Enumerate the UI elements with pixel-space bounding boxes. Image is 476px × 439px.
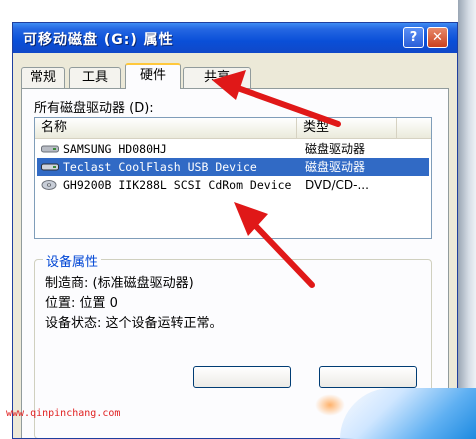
group-title: 设备属性	[43, 251, 102, 270]
tab-strip: 常规 工具 硬件 共享	[21, 63, 451, 89]
help-button[interactable]: ?	[403, 27, 424, 48]
drives-label: 所有磁盘驱动器 (D):	[34, 101, 154, 116]
cdrom-icon	[41, 180, 57, 190]
desktop-shadow	[458, 0, 476, 439]
tab-general[interactable]: 常规	[21, 67, 65, 88]
drives-list[interactable]: 名称 类型 SAMSUNG HD080HJ 磁盘驱动器 Teclast Cool…	[34, 117, 432, 239]
properties-button[interactable]	[319, 366, 417, 388]
troubleshoot-button[interactable]	[193, 366, 291, 388]
manufacturer-text: 制造商: (标准磁盘驱动器)	[45, 276, 194, 291]
location-text: 位置: 位置 0	[45, 296, 118, 311]
column-type[interactable]: 类型	[297, 118, 397, 138]
disk-drive-icon	[41, 145, 59, 153]
list-item[interactable]: GH9200B IIK288L SCSI CdRom Device DVD/CD…	[37, 176, 429, 194]
list-item[interactable]: SAMSUNG HD080HJ 磁盘驱动器	[37, 140, 429, 158]
list-header: 名称 类型	[35, 118, 431, 139]
window-title: 可移动磁盘 (G:) 属性	[23, 32, 174, 48]
watermark-text: www.qinpinchang.com	[6, 408, 121, 419]
device-status-text: 设备状态: 这个设备运转正常。	[45, 316, 223, 331]
usb-drive-icon	[41, 163, 59, 171]
title-bar[interactable]: 可移动磁盘 (G:) 属性 ? ✕	[13, 23, 457, 53]
decor-glow	[315, 394, 345, 416]
tab-sharing[interactable]: 共享	[183, 67, 251, 88]
properties-dialog: 可移动磁盘 (G:) 属性 ? ✕ 常规 工具 硬件 共享 所有磁盘驱动器 (D…	[12, 22, 458, 439]
tab-hardware[interactable]: 硬件	[125, 63, 181, 89]
close-button[interactable]: ✕	[427, 27, 448, 48]
tab-tools[interactable]: 工具	[69, 67, 121, 88]
list-item-selected[interactable]: Teclast CoolFlash USB Device 磁盘驱动器	[37, 158, 429, 176]
column-name[interactable]: 名称	[35, 118, 297, 138]
